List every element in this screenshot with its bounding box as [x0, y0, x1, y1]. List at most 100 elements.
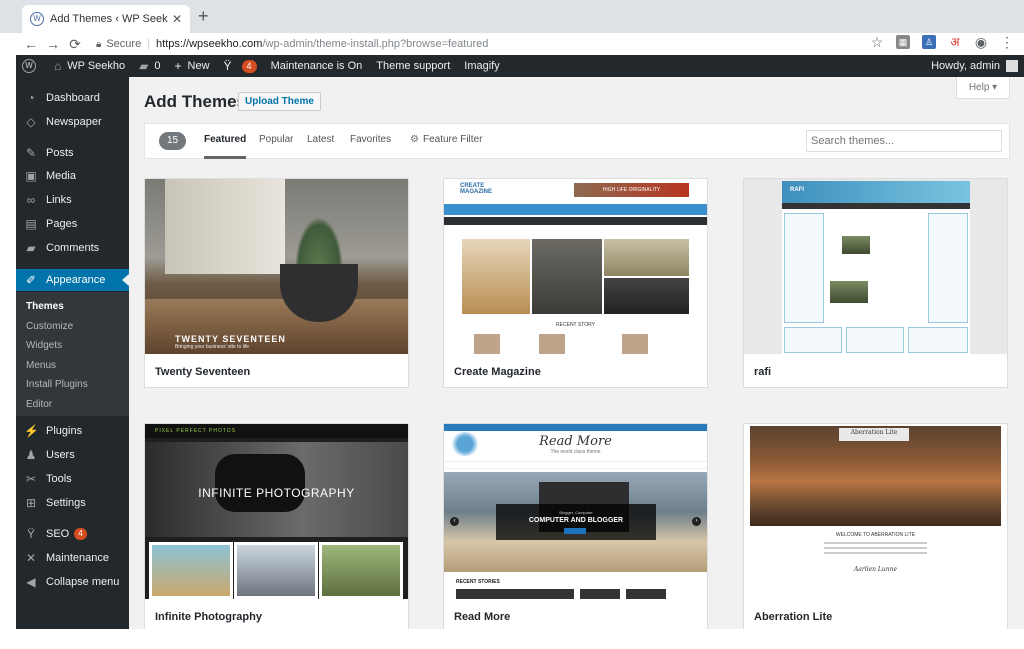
- theme-filter-bar: 15 Featured Popular Latest Favorites ⚙ Fe…: [144, 123, 1010, 159]
- theme-card-infinite-photography[interactable]: PIXEL PERFECT PHOTOS INFINITE PHOTOGRAPH…: [144, 423, 409, 629]
- theme-screenshot[interactable]: CREATE MAGAZINE HIGH LIFE ORIGINALITY RE…: [444, 179, 707, 354]
- theme-screenshot[interactable]: PIXEL PERFECT PHOTOS INFINITE PHOTOGRAPH…: [145, 424, 408, 599]
- sidebar-item-newspaper[interactable]: ◇ Newspaper: [16, 111, 129, 133]
- address-bar[interactable]: 🔒︎ Secure | https://wpseekho.com/wp-admi…: [96, 38, 856, 50]
- theme-screenshot[interactable]: Aberration Lite WELCOME TO ABERRATION LI…: [744, 424, 1007, 599]
- theme-card-create-magazine[interactable]: CREATE MAGAZINE HIGH LIFE ORIGINALITY RE…: [443, 178, 708, 388]
- reload-icon[interactable]: ⟳: [64, 36, 86, 53]
- theme-name: Read More: [454, 611, 511, 623]
- theme-count-badge: 15: [159, 132, 187, 150]
- sidebar-item-label: SEO: [46, 528, 70, 540]
- admin-bar-yoast[interactable]: Ÿ 4: [224, 59, 257, 73]
- extension-icon[interactable]: ▦: [896, 35, 910, 49]
- back-icon[interactable]: ←: [20, 36, 42, 52]
- sidebar-item-tools[interactable]: ✂ Tools: [16, 468, 129, 490]
- sidebar-item-label: Maintenance: [46, 552, 109, 564]
- shot-header: [782, 181, 970, 203]
- translate-icon[interactable]: अ: [948, 35, 962, 49]
- wrench-icon: ✂: [25, 472, 37, 486]
- sidebar-item-plugins[interactable]: ⚡ Plugins: [16, 420, 129, 442]
- sidebar-item-media[interactable]: ▣ Media: [16, 165, 129, 187]
- dashboard-icon: ◔: [27, 91, 35, 105]
- secure-label: Secure: [106, 38, 142, 50]
- page-title: Add Themes: [144, 92, 247, 111]
- newspaper-icon: ◇: [26, 115, 36, 129]
- theme-screenshot[interactable]: TWENTY SEVENTEEN Bringing your business'…: [145, 179, 408, 354]
- forward-icon[interactable]: →: [42, 36, 64, 52]
- shot-thumb: [539, 334, 565, 354]
- account-icon[interactable]: ◉: [974, 35, 988, 49]
- admin-bar-new[interactable]: + New: [175, 59, 210, 73]
- sidebar-item-users[interactable]: ♟ Users: [16, 444, 129, 466]
- feature-filter-button[interactable]: ⚙ Feature Filter: [410, 134, 482, 145]
- sidebar-item-pages[interactable]: ▤ Pages: [16, 213, 129, 235]
- tab-popular[interactable]: Popular: [259, 134, 293, 145]
- shot-gallery-image: [149, 542, 233, 599]
- submenu-widgets[interactable]: Widgets: [26, 340, 62, 351]
- sidebar-item-posts[interactable]: ✎ Posts: [16, 142, 129, 164]
- sidebar-item-appearance[interactable]: ✐ Appearance: [16, 269, 129, 291]
- shot-gallery-image: [234, 542, 318, 599]
- sidebar-item-comments[interactable]: ▰ Comments: [16, 237, 129, 259]
- sidebar-item-maintenance[interactable]: ✕ Maintenance: [16, 547, 129, 569]
- shot-nav: [444, 461, 707, 469]
- sidebar-item-label: Collapse menu: [46, 576, 120, 588]
- theme-card-read-more[interactable]: Read More The world class theme Blogger,…: [443, 423, 708, 629]
- sidebar-item-links[interactable]: ∞ Links: [16, 189, 129, 211]
- shot-column: [928, 213, 968, 323]
- shot-subtitle: Bringing your business' site to life: [175, 344, 250, 350]
- submenu-install-plugins[interactable]: Install Plugins: [26, 379, 88, 390]
- shot-image: [532, 239, 602, 314]
- sidebar-item-dashboard[interactable]: ◔ Dashboard: [16, 87, 129, 109]
- shot-tagline: The world class theme: [550, 449, 601, 455]
- tab-latest[interactable]: Latest: [307, 134, 334, 145]
- wordpress-logo-icon[interactable]: W: [22, 59, 36, 73]
- pin-icon: ✎: [25, 146, 37, 160]
- shot-title: TWENTY SEVENTEEN: [175, 334, 286, 344]
- search-themes-input[interactable]: [806, 130, 1002, 152]
- shot-image: [604, 278, 689, 314]
- theme-card-rafi[interactable]: RAFI rafi: [743, 178, 1008, 388]
- upload-theme-button[interactable]: Upload Theme: [238, 92, 321, 111]
- plus-icon: +: [174, 59, 182, 73]
- close-tab-icon[interactable]: ✕: [172, 12, 182, 26]
- tab-favorites[interactable]: Favorites: [350, 134, 391, 145]
- submenu-editor[interactable]: Editor: [26, 399, 52, 410]
- seo-count-badge: 4: [74, 528, 87, 540]
- help-button[interactable]: Help ▾: [956, 77, 1010, 99]
- collapse-menu-button[interactable]: ◀ Collapse menu: [16, 571, 129, 593]
- settings-icon: ⊞: [25, 496, 37, 510]
- tab-featured[interactable]: Featured: [204, 134, 247, 159]
- shot-kicker: Blogger, Computer: [559, 510, 593, 515]
- submenu-themes[interactable]: Themes: [26, 301, 64, 312]
- sidebar-item-settings[interactable]: ⊞ Settings: [16, 492, 129, 514]
- shot-gallery-image: [319, 542, 403, 599]
- extension-profile-icon[interactable]: ♙: [922, 35, 936, 49]
- shot-recent-label: RECENT STORY: [556, 322, 595, 328]
- browser-tab[interactable]: W Add Themes ‹ WP Seekho — W ✕: [22, 5, 190, 33]
- browser-menu-icon[interactable]: ⋮: [1000, 35, 1014, 49]
- submenu-customize[interactable]: Customize: [26, 321, 73, 332]
- sidebar-item-label: Tools: [46, 473, 72, 485]
- bookmark-star-icon[interactable]: ☆: [870, 35, 884, 49]
- sidebar-item-seo[interactable]: Ÿ SEO 4: [16, 523, 129, 545]
- browser-toolbar: ← → ⟳ 🔒︎ Secure | https://wpseekho.com/w…: [0, 33, 1024, 55]
- shot-text-line: [824, 552, 927, 554]
- submenu-menus[interactable]: Menus: [26, 360, 56, 371]
- browser-tab-bar: W Add Themes ‹ WP Seekho — W ✕ +: [0, 0, 1024, 33]
- shot-welcome: WELCOME TO ABERRATION LITE: [835, 532, 916, 538]
- admin-bar-account[interactable]: Howdy, admin: [931, 55, 1018, 77]
- admin-bar-comments[interactable]: ▰ 0: [139, 59, 160, 73]
- collapse-icon: ◀: [26, 575, 36, 589]
- shot-nav: [444, 204, 707, 215]
- admin-bar-theme-support[interactable]: Theme support: [376, 60, 450, 72]
- theme-screenshot[interactable]: Read More The world class theme Blogger,…: [444, 424, 707, 599]
- theme-screenshot[interactable]: RAFI: [744, 179, 1007, 354]
- admin-bar-site[interactable]: ⌂ WP Seekho: [54, 59, 125, 73]
- admin-bar-imagify[interactable]: Imagify: [464, 60, 499, 72]
- theme-card-aberration-lite[interactable]: Aberration Lite WELCOME TO ABERRATION LI…: [743, 423, 1008, 629]
- admin-bar-maintenance[interactable]: Maintenance is On: [271, 60, 363, 72]
- new-tab-button[interactable]: +: [198, 6, 209, 27]
- theme-card-twenty-seventeen[interactable]: TWENTY SEVENTEEN Bringing your business'…: [144, 178, 409, 388]
- shot-prev-icon: ‹: [450, 517, 459, 526]
